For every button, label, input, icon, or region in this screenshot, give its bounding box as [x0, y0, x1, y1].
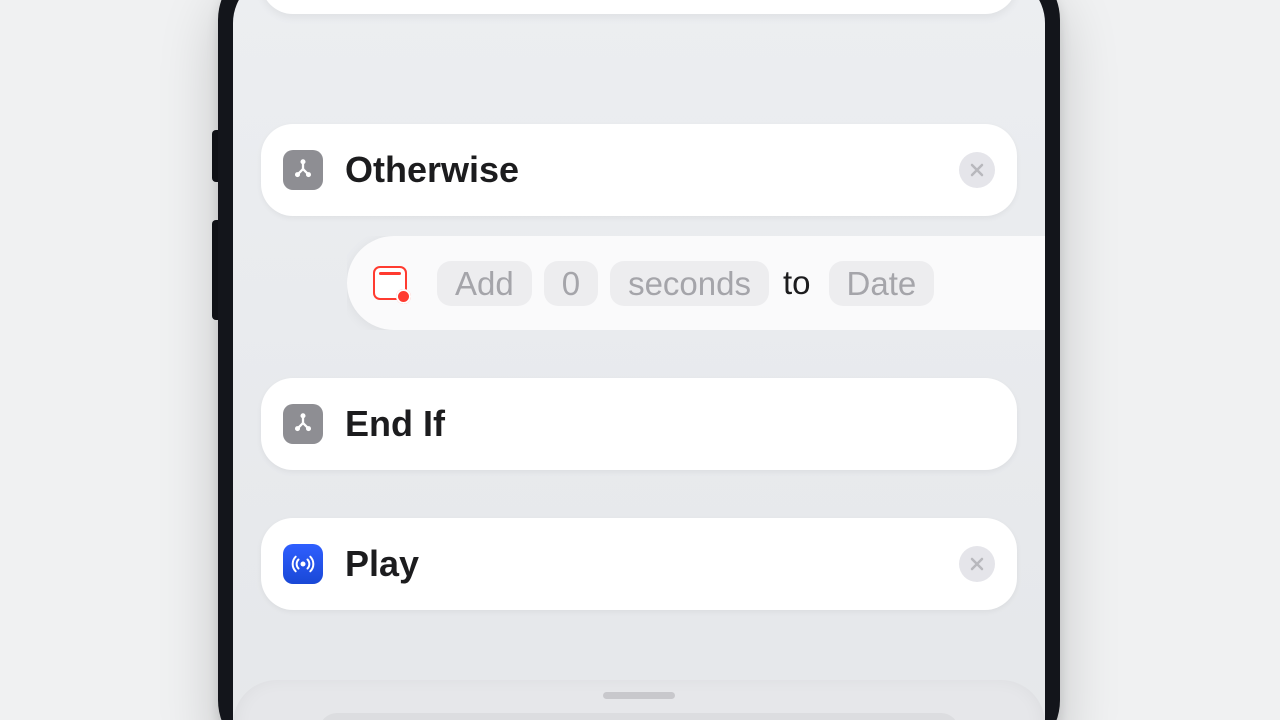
unit-pill[interactable]: seconds — [610, 261, 769, 306]
amount-pill[interactable]: 0 — [544, 261, 598, 306]
shortcuts-editor-screen[interactable]: Add Condition Otherwise Add 0 seconds — [233, 0, 1045, 720]
play-label: Play — [345, 543, 419, 585]
branch-icon — [283, 150, 323, 190]
phone-frame: Add Condition Otherwise Add 0 seconds — [218, 0, 1060, 720]
stage: Add Condition Otherwise Add 0 seconds — [0, 0, 1280, 720]
drawer-grabber[interactable] — [603, 692, 675, 699]
calendar-add-icon — [373, 266, 407, 300]
delete-otherwise-button[interactable] — [959, 152, 995, 188]
spacer — [261, 14, 1017, 124]
search-actions-field[interactable]: Search Actions — [319, 713, 959, 720]
add-condition-button[interactable]: Add Condition — [261, 0, 1017, 14]
delete-play-button[interactable] — [959, 546, 995, 582]
otherwise-label: Otherwise — [345, 149, 519, 191]
add-to-date-action[interactable]: Add 0 seconds to Date — [347, 236, 1045, 330]
to-word: to — [781, 264, 813, 302]
endif-block[interactable]: End If — [261, 378, 1017, 470]
broadcast-icon — [283, 544, 323, 584]
play-action-block[interactable]: Play — [261, 518, 1017, 610]
target-pill[interactable]: Date — [829, 261, 935, 306]
otherwise-block[interactable]: Otherwise — [261, 124, 1017, 216]
op-pill[interactable]: Add — [437, 261, 532, 306]
endif-label: End If — [345, 403, 445, 445]
branch-icon — [283, 404, 323, 444]
actions-drawer[interactable]: Search Actions — [233, 680, 1045, 720]
